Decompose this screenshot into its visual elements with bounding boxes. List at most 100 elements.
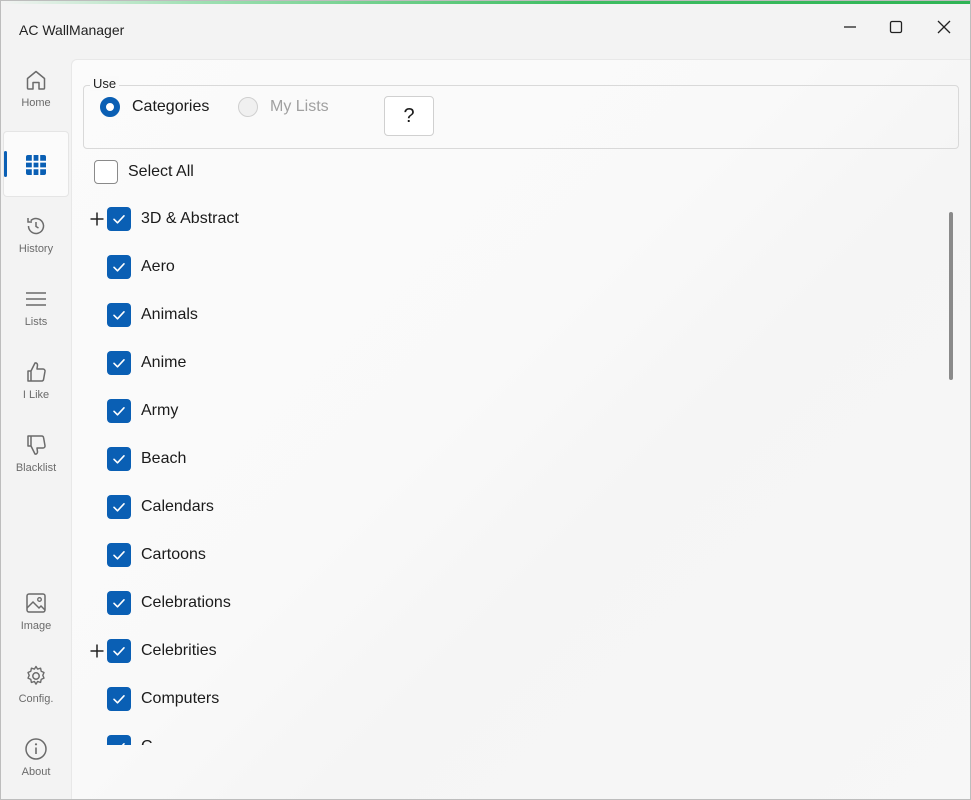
category-checkbox[interactable] <box>107 687 131 711</box>
close-icon <box>937 20 951 34</box>
grid-icon <box>26 155 46 175</box>
categories-radio[interactable]: Categories <box>100 97 209 117</box>
category-row[interactable]: Celebrities <box>72 629 672 677</box>
category-checkbox[interactable] <box>107 591 131 615</box>
select-all-checkbox[interactable]: Select All <box>94 160 194 184</box>
category-checkbox[interactable] <box>107 495 131 519</box>
category-label: Beach <box>141 450 187 467</box>
sidebar-item-image[interactable]: Image <box>3 582 69 648</box>
category-label: Aero <box>141 258 175 275</box>
check-icon <box>113 551 125 560</box>
maximize-icon <box>889 20 903 34</box>
image-icon <box>26 593 46 613</box>
info-icon <box>25 738 47 760</box>
category-row[interactable]: C <box>72 725 672 745</box>
check-icon <box>113 599 125 608</box>
sidebar-item-label: Home <box>21 97 51 109</box>
category-label: Army <box>141 402 179 419</box>
title-bar[interactable]: AC WallManager <box>1 4 970 54</box>
radio-circle <box>100 97 120 117</box>
minimize-icon <box>844 26 856 28</box>
sidebar-item-blacklist[interactable]: Blacklist <box>3 424 69 490</box>
help-button[interactable]: ? <box>384 96 434 136</box>
category-label: Calendars <box>141 498 214 515</box>
category-checkbox[interactable] <box>107 351 131 375</box>
list-scrollbar[interactable] <box>949 212 953 380</box>
category-checkbox[interactable] <box>107 543 131 567</box>
category-label: Anime <box>141 354 187 371</box>
select-all-label: Select All <box>128 163 194 180</box>
check-icon <box>121 743 125 745</box>
category-row[interactable]: Beach <box>72 437 672 485</box>
category-label: 3D & Abstract <box>141 210 239 227</box>
sidebar-item-categories[interactable] <box>3 131 69 197</box>
maximize-button[interactable] <box>873 12 919 42</box>
category-row[interactable]: Aero <box>72 245 672 293</box>
my-lists-radio-label: My Lists <box>270 98 329 115</box>
gear-icon <box>27 665 45 685</box>
category-label: Celebrities <box>141 642 217 659</box>
thumbs-up-icon <box>27 362 46 382</box>
thumbs-down-icon <box>27 435 46 455</box>
category-label: Animals <box>141 306 198 323</box>
my-lists-radio[interactable]: My Lists <box>238 97 329 117</box>
check-icon <box>113 455 125 464</box>
category-checkbox[interactable] <box>107 399 131 423</box>
category-checkbox[interactable] <box>107 447 131 471</box>
sidebar-item-label: About <box>21 766 51 778</box>
sidebar-item-about[interactable]: About <box>3 728 69 794</box>
check-icon <box>113 311 125 320</box>
category-label: Celebrations <box>141 594 231 611</box>
category-row[interactable]: 3D & Abstract <box>72 197 672 245</box>
category-list[interactable]: 3D & Abstract Aero Animals Anime Army Beach Ca… <box>72 197 942 745</box>
category-checkbox[interactable] <box>107 639 131 663</box>
home-icon <box>26 70 46 90</box>
category-checkbox[interactable] <box>107 255 131 279</box>
app-window: AC WallManager Home History Lists I Like… <box>0 0 971 800</box>
sidebar-item-home[interactable]: Home <box>3 59 69 125</box>
category-checkbox[interactable] <box>107 735 131 745</box>
sidebar-item-label: History <box>18 243 54 255</box>
sidebar-item-label: Blacklist <box>15 462 57 474</box>
app-title: AC WallManager <box>19 22 125 38</box>
sidebar-item-label: Config. <box>18 693 54 705</box>
close-button[interactable] <box>921 12 967 42</box>
expand-plus-icon <box>90 644 104 658</box>
sidebar-item-i-like[interactable]: I Like <box>3 351 69 417</box>
check-icon <box>113 503 125 512</box>
check-icon <box>113 647 125 656</box>
category-row[interactable]: Animals <box>72 293 672 341</box>
sidebar-item-label: I Like <box>22 389 50 401</box>
category-row[interactable]: Cartoons <box>72 533 672 581</box>
expand-button[interactable] <box>89 211 105 227</box>
check-icon <box>113 695 125 704</box>
use-groupbox-legend: Use <box>90 76 120 91</box>
sidebar-item-label: Image <box>20 620 52 632</box>
category-checkbox[interactable] <box>107 207 131 231</box>
check-icon <box>113 215 125 224</box>
radio-circle <box>238 97 258 117</box>
sidebar-item-history[interactable]: History <box>3 205 69 271</box>
category-row[interactable]: Anime <box>72 341 672 389</box>
list-icon <box>26 292 46 306</box>
sidebar-item-label: Lists <box>24 316 48 328</box>
category-row[interactable]: Computers <box>72 677 672 725</box>
main-content: Use Categories My Lists ? Select All 3D … <box>71 59 970 799</box>
use-groupbox <box>83 85 959 149</box>
checkbox-box <box>94 160 118 184</box>
category-row[interactable]: Army <box>72 389 672 437</box>
minimize-button[interactable] <box>827 12 873 42</box>
category-row[interactable]: Celebrations <box>72 581 672 629</box>
check-icon <box>113 407 125 416</box>
active-indicator <box>4 151 7 177</box>
category-label: Computers <box>141 690 220 707</box>
categories-radio-label: Categories <box>132 98 210 115</box>
expand-button[interactable] <box>89 643 105 659</box>
history-icon <box>27 217 45 235</box>
category-checkbox[interactable] <box>107 303 131 327</box>
check-icon <box>113 359 125 368</box>
sidebar-item-lists[interactable]: Lists <box>3 278 69 344</box>
category-row[interactable]: Calendars <box>72 485 672 533</box>
sidebar-item-config[interactable]: Config. <box>3 655 69 721</box>
category-label: Cartoons <box>141 546 206 563</box>
